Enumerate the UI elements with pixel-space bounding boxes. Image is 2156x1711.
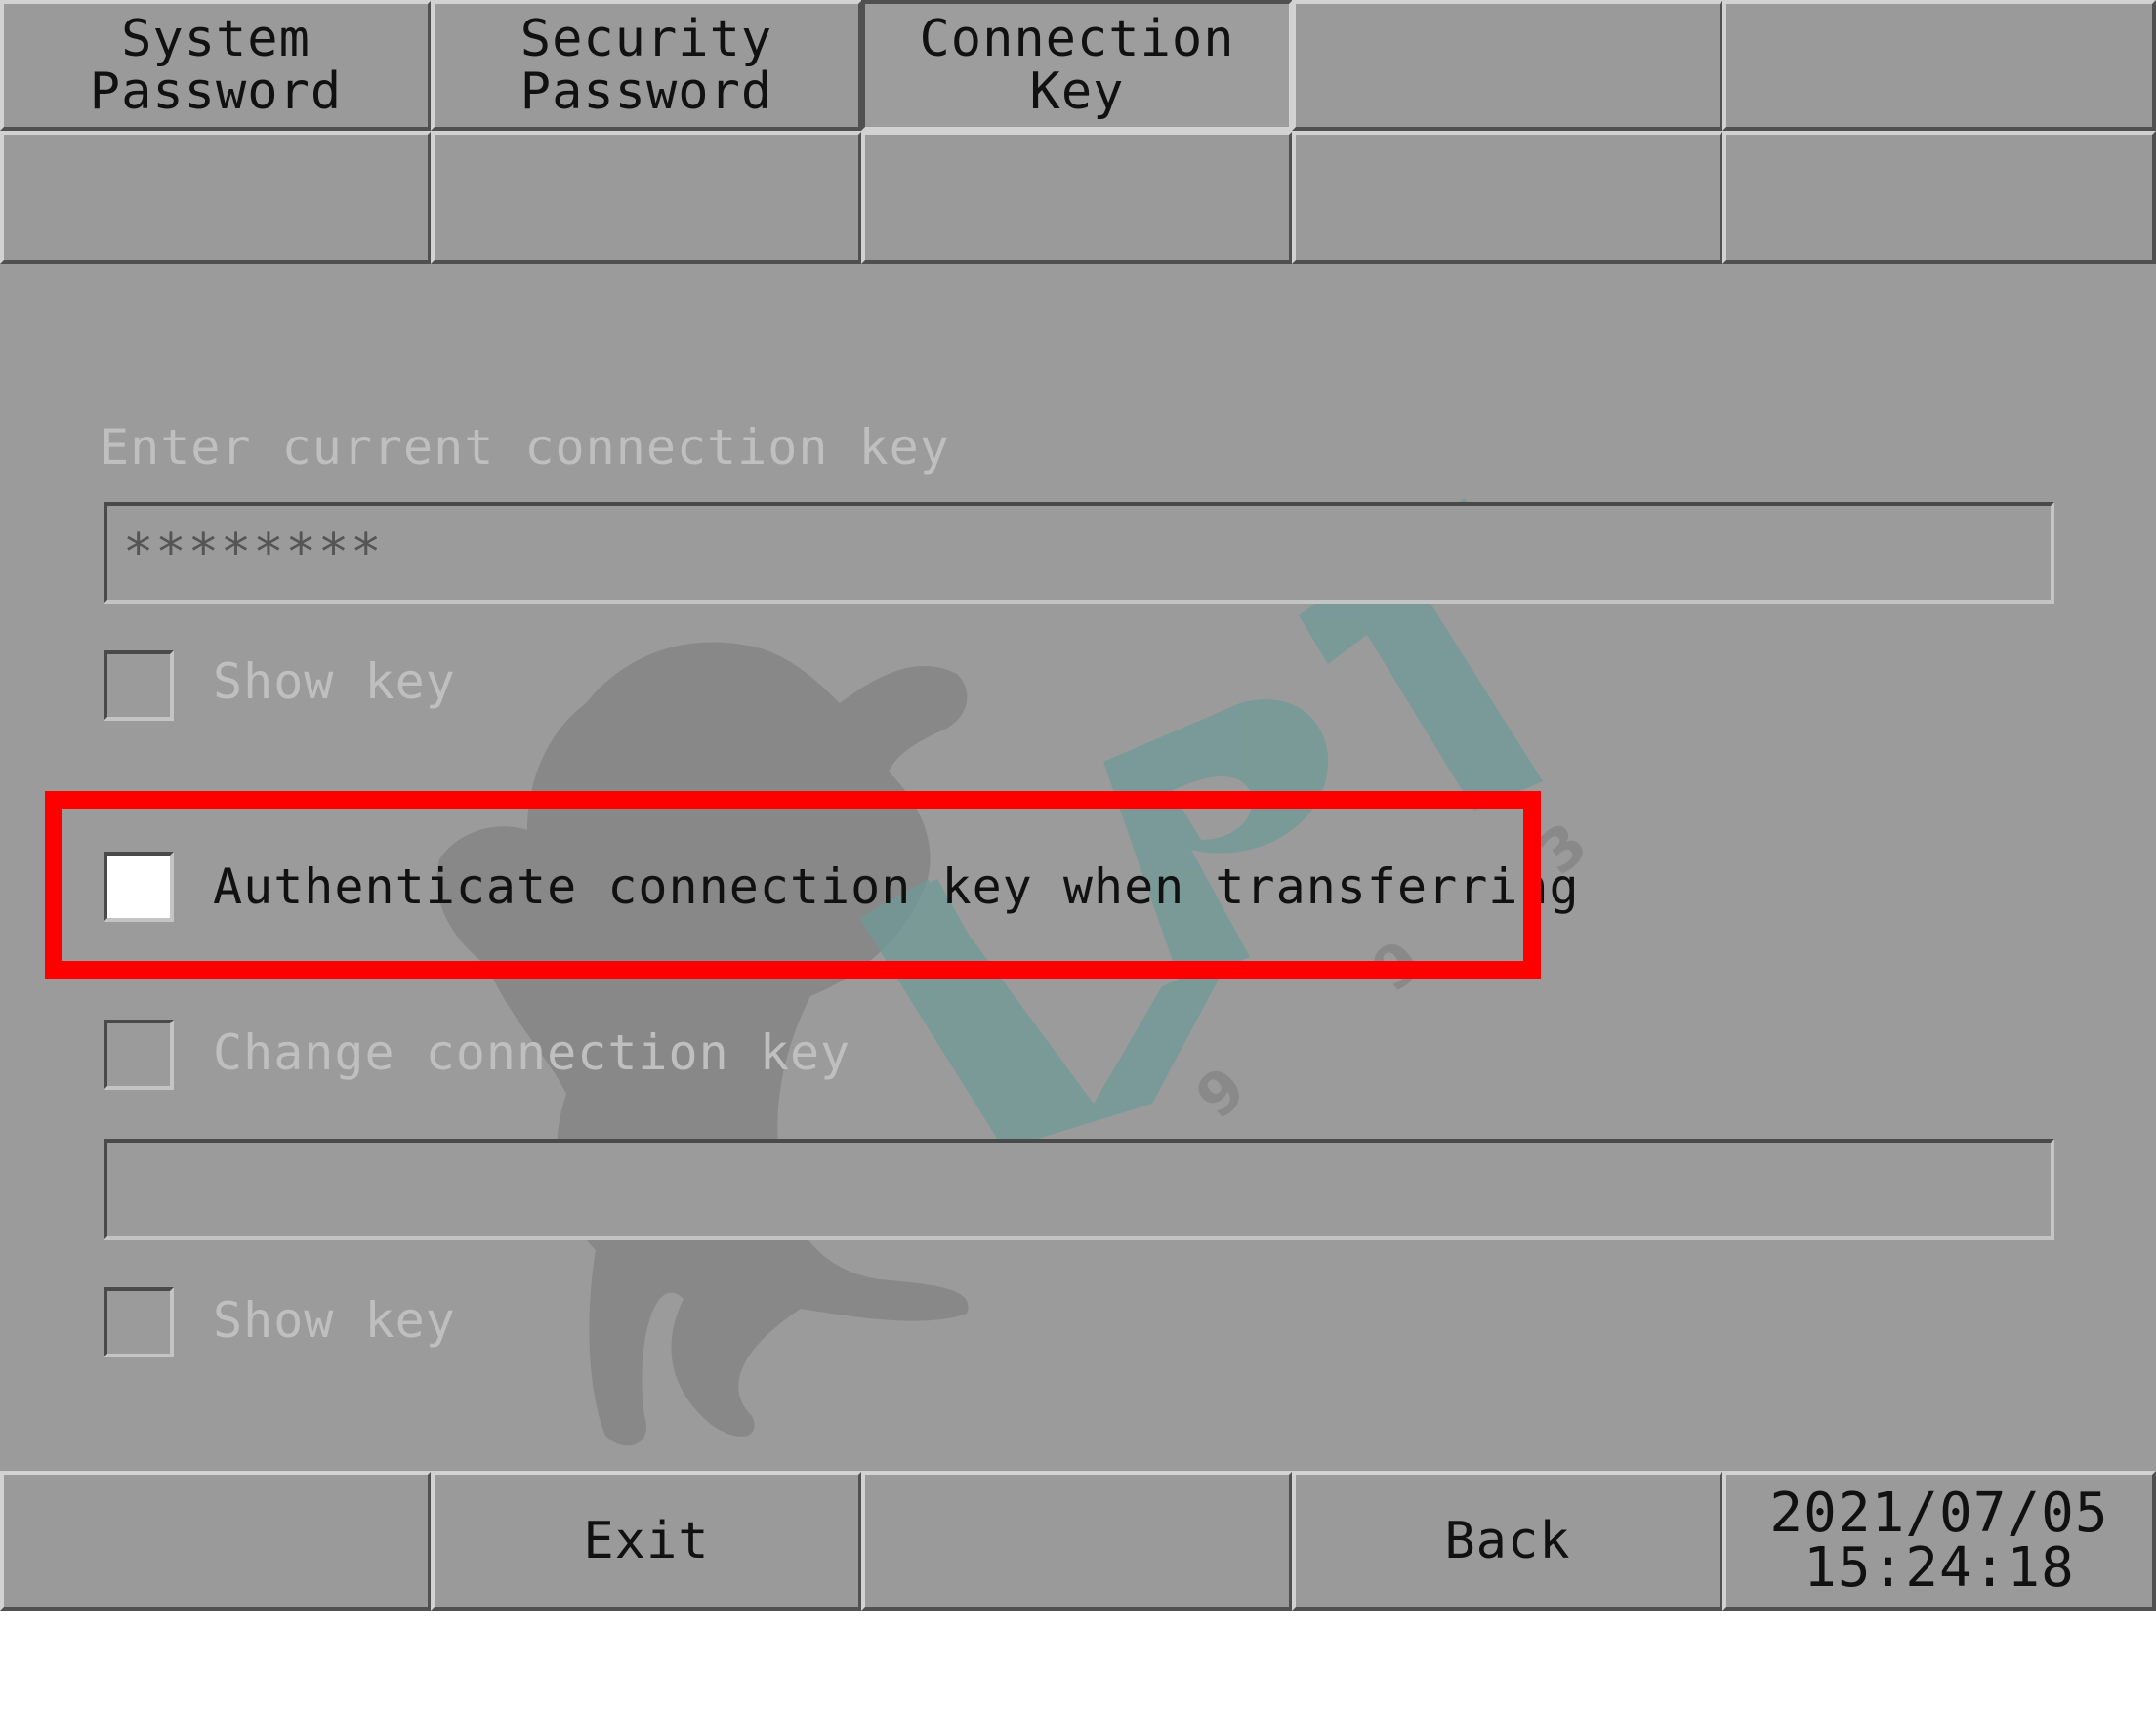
time-text: 15:24:18 <box>1804 1536 2075 1600</box>
authenticate-checkbox[interactable] <box>104 852 174 922</box>
back-button-label: Back <box>1444 1512 1571 1570</box>
tab-security-password[interactable]: Security Password <box>431 0 862 131</box>
authenticate-label: Authenticate connection key when transfe… <box>213 858 1580 915</box>
tab-label-line2: Password <box>89 63 343 121</box>
current-key-label: Enter current connection key <box>100 419 950 476</box>
change-key-label: Change connection key <box>213 1024 851 1081</box>
tab-empty-5[interactable] <box>1722 0 2156 131</box>
show-key-checkbox-2[interactable] <box>104 1287 174 1357</box>
datetime-display: 2021/07/05 15:24:18 <box>1722 1471 2156 1611</box>
exit-button-label: Exit <box>583 1512 710 1570</box>
current-key-field[interactable]: ******** <box>104 502 2054 604</box>
tab-empty-4[interactable] <box>1292 0 1723 131</box>
tab-row2-5[interactable] <box>1722 131 2156 264</box>
show-key-label-1: Show key <box>213 653 456 710</box>
exit-button[interactable]: Exit <box>431 1471 862 1611</box>
tab-label-line1: Security <box>519 10 773 68</box>
new-key-field[interactable] <box>104 1139 2054 1240</box>
tab-row2-1[interactable] <box>0 131 432 264</box>
change-key-checkbox[interactable] <box>104 1020 174 1090</box>
tab-label-line2: Key <box>1029 63 1125 121</box>
tab-row2-3[interactable] <box>861 131 1293 264</box>
tab-row2-2[interactable] <box>431 131 862 264</box>
hmi-screen: System Password Security Password Connec… <box>0 0 2156 1611</box>
tab-label-line2: Password <box>519 63 773 121</box>
svg-text:9: 9 <box>1183 1054 1259 1132</box>
tab-label-line1: System <box>121 10 311 68</box>
tab-connection-key[interactable]: Connection Key <box>861 0 1293 131</box>
tab-label-line1: Connection <box>919 10 1235 68</box>
date-text: 2021/07/05 <box>1769 1481 2109 1545</box>
show-key-label-2: Show key <box>213 1292 456 1349</box>
current-key-value: ******** <box>123 523 384 582</box>
svg-text:9: 9 <box>1359 927 1434 1005</box>
show-key-checkbox-1[interactable] <box>104 650 174 721</box>
back-button[interactable]: Back <box>1292 1471 1723 1611</box>
footer-empty-1[interactable] <box>0 1471 432 1611</box>
tab-system-password[interactable]: System Password <box>0 0 432 131</box>
footer-empty-3[interactable] <box>861 1471 1293 1611</box>
tab-row2-4[interactable] <box>1292 131 1723 264</box>
